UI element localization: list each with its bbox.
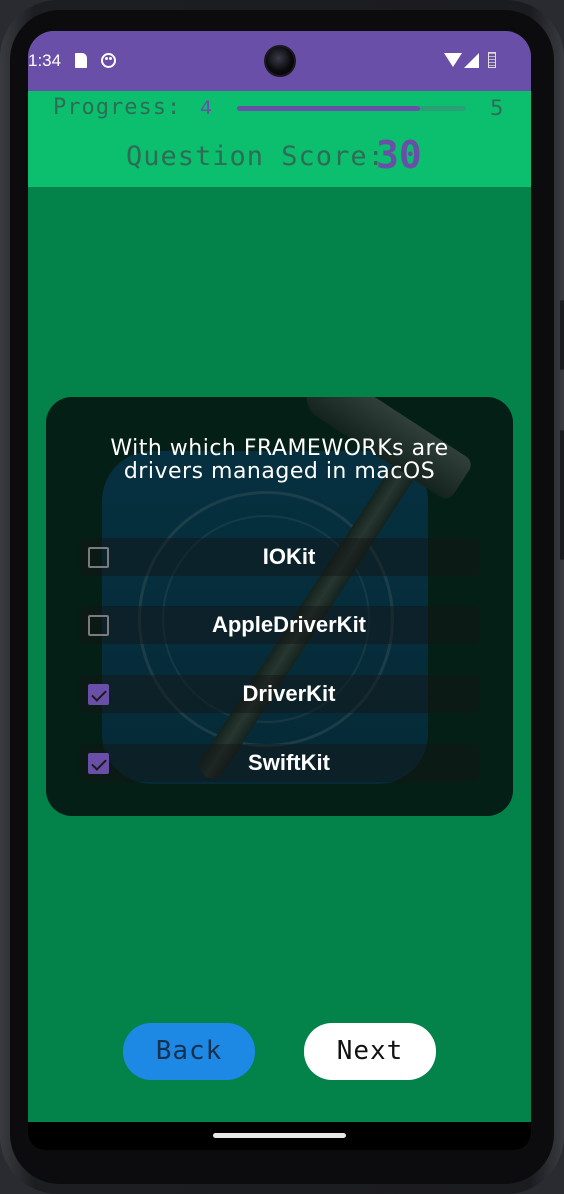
cellular-signal-icon [464,53,479,68]
volume-button [560,430,564,560]
score-label: Question Score: [126,141,385,172]
progress-bar [237,106,466,111]
progress-max: 5 [490,96,504,120]
front-camera [264,45,296,77]
option-label: IOKit [262,544,316,569]
navigation-bar [28,1122,531,1150]
option-label: AppleDriverKit [211,612,367,637]
phone-frame: 1:34 Progress: 4 5 Question Score: 30 Wi… [0,0,564,1194]
checkbox[interactable] [88,547,109,568]
status-time: 1:34 [28,51,62,70]
face-icon [101,53,116,68]
quiz-header: Progress: 4 5 Question Score: 30 [28,91,531,187]
progress-bar-fill [237,106,421,111]
question-text: With which FRAMEWORKs are drivers manage… [110,436,449,484]
progress-label: Progress: [53,95,182,120]
next-button[interactable]: Next [304,1023,436,1080]
wifi-icon [444,53,462,67]
option-driverkit[interactable]: DriverKit [79,675,480,713]
question-card: With which FRAMEWORKs are drivers manage… [46,397,513,816]
battery-icon [488,52,496,68]
option-label: DriverKit [242,681,336,706]
score-value: 30 [376,133,422,177]
screen: 1:34 Progress: 4 5 Question Score: 30 Wi… [28,31,531,1150]
option-swiftkit[interactable]: SwiftKit [79,744,480,782]
back-button[interactable]: Back [123,1023,255,1080]
power-button [560,300,564,370]
sd-card-icon [75,53,87,68]
option-iokit[interactable]: IOKit [79,538,480,576]
checkbox[interactable] [88,615,109,636]
option-label: SwiftKit [248,750,330,775]
home-gesture-handle[interactable] [213,1133,346,1138]
option-appledriverkit[interactable]: AppleDriverKit [79,606,480,644]
checkbox[interactable] [88,684,109,705]
progress-current: 4 [200,97,213,119]
status-bar: 1:34 [28,31,531,91]
checkbox[interactable] [88,753,109,774]
